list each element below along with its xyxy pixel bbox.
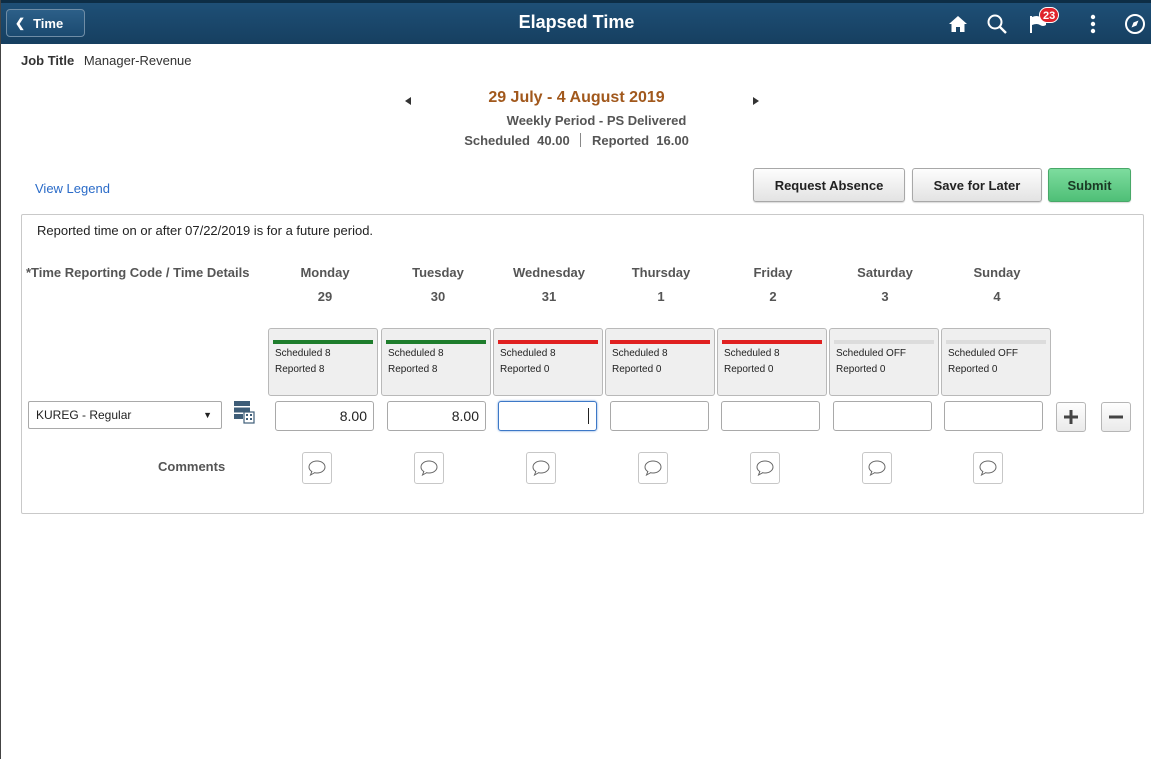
- hours-input-friday[interactable]: [721, 401, 820, 431]
- job-title-row: Job Title Manager-Revenue: [21, 53, 192, 68]
- comment-button-sunday[interactable]: [973, 452, 1003, 484]
- day-summary-thursday[interactable]: Scheduled 8 Reported 0: [605, 328, 715, 396]
- speech-bubble-icon: [420, 460, 438, 476]
- search-icon[interactable]: [984, 11, 1010, 37]
- view-legend-link[interactable]: View Legend: [35, 181, 110, 196]
- day-header-sunday: Sunday 4: [973, 265, 1021, 304]
- period-totals: Scheduled 40.00 Reported 16.00: [1, 133, 1151, 148]
- plus-icon: [1064, 410, 1078, 424]
- day-header-friday: Friday 2: [753, 265, 793, 304]
- day-summary-tuesday[interactable]: Scheduled 8 Reported 8: [381, 328, 491, 396]
- period-navigation: 29 July - 4 August 2019 Weekly Period - …: [1, 89, 1151, 148]
- speech-bubble-icon: [644, 460, 662, 476]
- previous-period-icon[interactable]: [402, 95, 414, 107]
- hours-input-tuesday[interactable]: 8.00: [387, 401, 486, 431]
- speech-bubble-icon: [979, 460, 997, 476]
- notifications-icon[interactable]: 23: [1025, 7, 1060, 37]
- time-reporting-code-select[interactable]: KUREG - Regular ▼: [28, 401, 222, 429]
- add-row-button[interactable]: [1056, 402, 1086, 432]
- hours-input-thursday[interactable]: [610, 401, 709, 431]
- trc-column-header: *Time Reporting Code / Time Details: [26, 265, 250, 280]
- status-bar: [834, 340, 934, 344]
- minus-icon: [1109, 415, 1123, 419]
- notification-count-badge: 23: [1039, 7, 1060, 23]
- status-bar: [610, 340, 710, 344]
- scheduled-label: Scheduled: [464, 133, 530, 148]
- comment-button-monday[interactable]: [302, 452, 332, 484]
- hours-input-saturday[interactable]: [833, 401, 932, 431]
- scheduled-total: 40.00: [537, 133, 570, 148]
- header-bar: ❮ Time Elapsed Time 23: [1, 0, 1151, 44]
- day-header-thursday: Thursday 1: [631, 265, 691, 304]
- period-subtitle: Weekly Period - PS Delivered: [506, 113, 687, 128]
- trc-selected-value: KUREG - Regular: [36, 408, 132, 422]
- future-period-note: Reported time on or after 07/22/2019 is …: [37, 223, 374, 238]
- speech-bubble-icon: [756, 460, 774, 476]
- text-cursor: [588, 408, 589, 424]
- request-absence-button[interactable]: Request Absence: [753, 168, 905, 202]
- day-summary-monday[interactable]: Scheduled 8 Reported 8: [268, 328, 378, 396]
- comment-button-wednesday[interactable]: [526, 452, 556, 484]
- totals-divider: [580, 133, 582, 147]
- speech-bubble-icon: [308, 460, 326, 476]
- comments-label: Comments: [158, 459, 226, 474]
- speech-bubble-icon: [532, 460, 550, 476]
- home-icon[interactable]: [945, 11, 971, 37]
- period-title: 29 July - 4 August 2019: [488, 89, 665, 106]
- day-header-monday: Monday 29: [300, 265, 350, 304]
- comment-button-saturday[interactable]: [862, 452, 892, 484]
- navbar-compass-icon[interactable]: [1122, 11, 1148, 37]
- hours-input-wednesday[interactable]: [498, 401, 597, 431]
- day-header-wednesday: Wednesday 31: [512, 265, 585, 304]
- day-summary-wednesday[interactable]: Scheduled 8 Reported 0: [493, 328, 603, 396]
- hours-input-monday[interactable]: 8.00: [275, 401, 374, 431]
- status-bar: [722, 340, 822, 344]
- page-title: Elapsed Time: [518, 12, 635, 32]
- next-period-icon[interactable]: [750, 95, 762, 107]
- comment-button-thursday[interactable]: [638, 452, 668, 484]
- dropdown-arrow-icon: ▼: [203, 410, 212, 420]
- day-header-saturday: Saturday 3: [857, 265, 913, 304]
- reported-total: 16.00: [656, 133, 689, 148]
- time-details-icon[interactable]: [233, 400, 255, 424]
- actions-menu-icon[interactable]: [1080, 11, 1106, 37]
- job-title-value: Manager-Revenue: [83, 53, 192, 68]
- day-summary-sunday[interactable]: Scheduled OFF Reported 0: [941, 328, 1051, 396]
- delete-row-button[interactable]: [1101, 402, 1131, 432]
- status-bar: [498, 340, 598, 344]
- day-summary-friday[interactable]: Scheduled 8 Reported 0: [717, 328, 827, 396]
- save-for-later-button[interactable]: Save for Later: [912, 168, 1042, 202]
- status-bar: [386, 340, 486, 344]
- status-bar: [946, 340, 1046, 344]
- job-title-label: Job Title: [21, 53, 75, 68]
- status-bar: [273, 340, 373, 344]
- comment-button-friday[interactable]: [750, 452, 780, 484]
- reported-label: Reported: [591, 133, 650, 148]
- submit-button[interactable]: Submit: [1048, 168, 1131, 202]
- day-header-tuesday: Tuesday 30: [412, 265, 464, 304]
- timesheet-panel: Reported time on or after 07/22/2019 is …: [21, 214, 1144, 514]
- hours-input-sunday[interactable]: [944, 401, 1043, 431]
- speech-bubble-icon: [868, 460, 886, 476]
- comment-button-tuesday[interactable]: [414, 452, 444, 484]
- day-summary-saturday[interactable]: Scheduled OFF Reported 0: [829, 328, 939, 396]
